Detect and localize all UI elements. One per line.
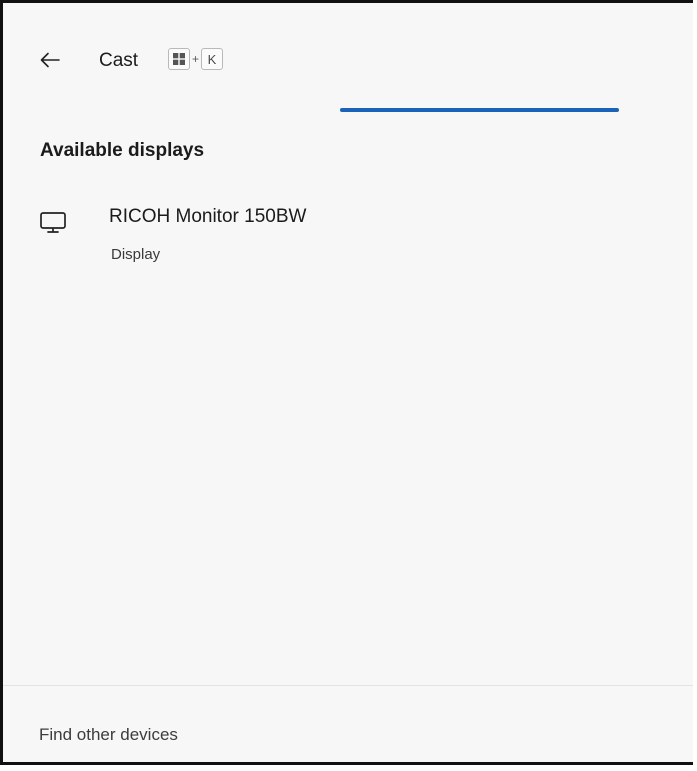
panel-header: Cast + K <box>3 3 693 113</box>
keyboard-shortcut-hint: + K <box>168 48 224 70</box>
section-heading-available-displays: Available displays <box>40 140 205 161</box>
loading-progress-bar <box>340 108 619 112</box>
arrow-left-icon <box>40 52 60 68</box>
find-other-devices-link[interactable]: Find other devices <box>39 725 178 745</box>
device-type: Display <box>111 246 161 263</box>
footer-divider <box>3 685 693 686</box>
windows-key-icon <box>173 53 185 65</box>
back-button[interactable] <box>33 43 67 77</box>
device-item-ricoh-monitor[interactable]: RICOH Monitor 150BW Display <box>23 193 663 273</box>
windows-key <box>168 48 190 70</box>
device-name: RICOH Monitor 150BW <box>109 206 307 227</box>
k-key: K <box>201 48 224 70</box>
page-title: Cast <box>99 50 139 71</box>
cast-panel: Cast + K Available displays RICOH Monito… <box>0 0 693 765</box>
shortcut-plus: + <box>192 52 200 66</box>
monitor-icon <box>40 212 66 233</box>
